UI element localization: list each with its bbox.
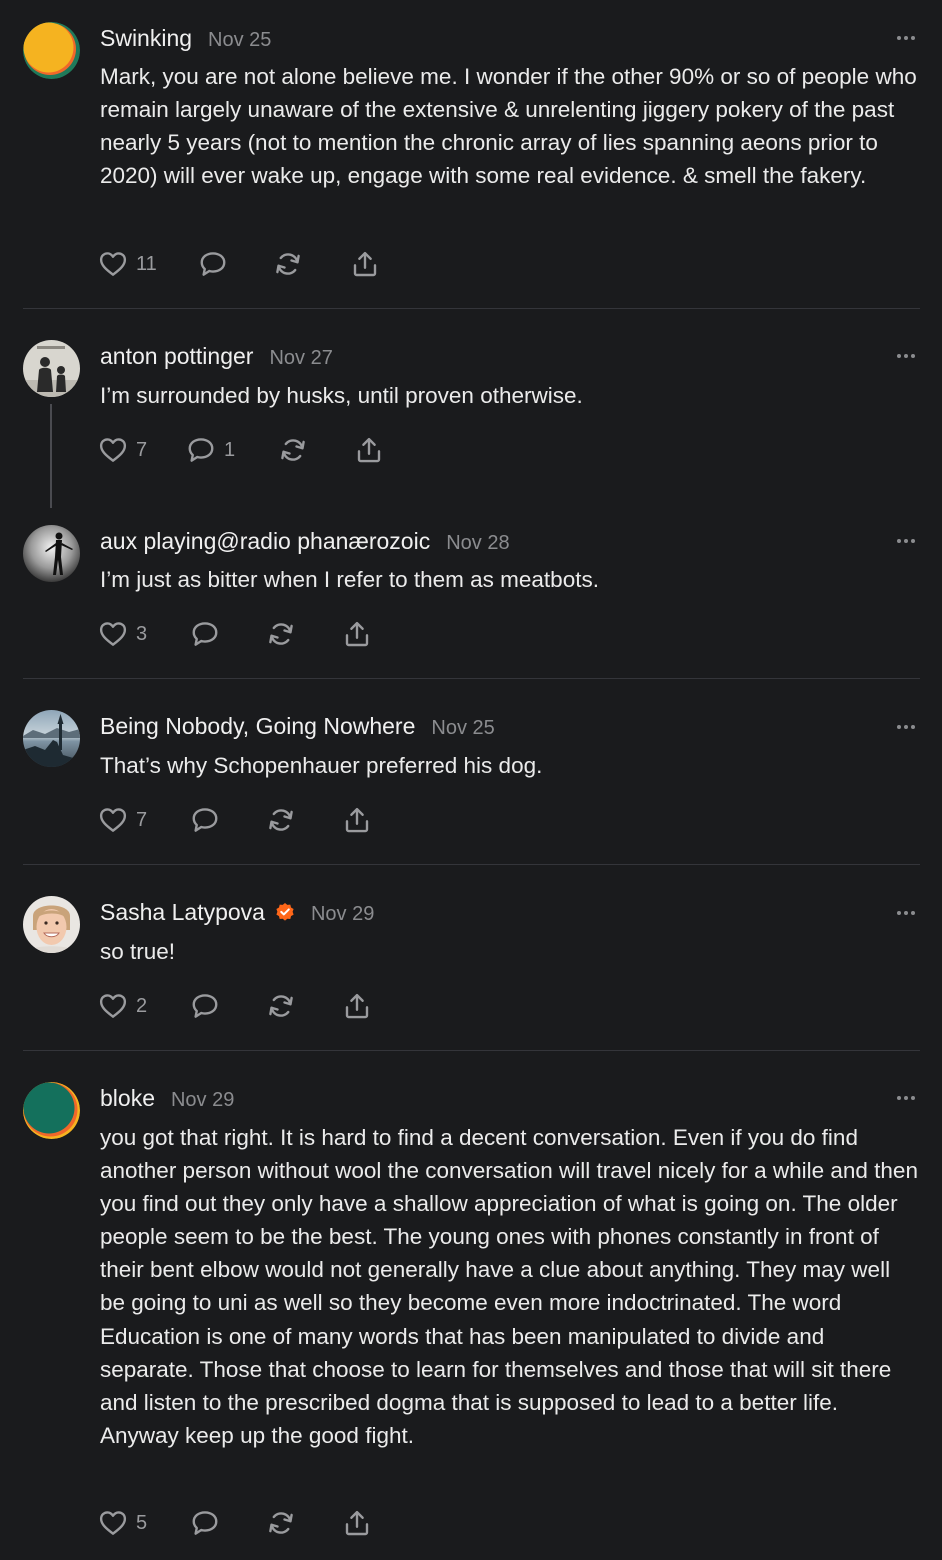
like-count: 7 <box>136 808 148 831</box>
restack-button[interactable] <box>278 435 354 465</box>
restack-button[interactable] <box>266 619 342 649</box>
like-button[interactable]: 7 <box>98 435 186 465</box>
reply-button[interactable] <box>198 249 273 279</box>
share-icon <box>342 1508 372 1538</box>
reply-count: 1 <box>224 438 236 461</box>
comment-date[interactable]: Nov 28 <box>446 532 509 555</box>
thread-line <box>50 404 52 508</box>
comment-text: I’m just as bitter when I refer to them … <box>100 567 599 592</box>
divider <box>23 308 920 309</box>
avatar-sasha-image <box>23 896 80 953</box>
avatar[interactable] <box>23 710 80 767</box>
avatar-being-nobody-image <box>23 710 80 767</box>
share-button[interactable] <box>342 805 372 835</box>
restack-icon <box>266 619 296 649</box>
avatar[interactable] <box>23 896 80 953</box>
comment-icon <box>198 249 228 279</box>
like-count: 2 <box>136 994 148 1017</box>
author-name[interactable]: anton pottinger <box>100 343 253 370</box>
share-icon <box>354 435 384 465</box>
share-icon <box>342 991 372 1021</box>
heart-icon <box>98 435 128 465</box>
more-options-icon[interactable] <box>896 1094 916 1102</box>
more-options-icon[interactable] <box>896 537 916 545</box>
avatar[interactable] <box>23 1082 80 1139</box>
heart-icon <box>98 249 128 279</box>
comment-date[interactable]: Nov 25 <box>208 29 271 52</box>
restack-icon <box>266 991 296 1021</box>
restack-icon <box>278 435 308 465</box>
comment-icon <box>190 991 220 1021</box>
more-options-icon[interactable] <box>896 723 916 731</box>
comment-date[interactable]: Nov 27 <box>269 347 332 370</box>
author-name[interactable]: Being Nobody, Going Nowhere <box>100 713 415 740</box>
heart-icon <box>98 619 128 649</box>
like-button[interactable]: 2 <box>98 991 190 1021</box>
avatar[interactable] <box>23 525 80 582</box>
restack-button[interactable] <box>266 1508 342 1538</box>
avatar-aux-image <box>23 525 80 582</box>
heart-icon <box>98 805 128 835</box>
restack-button[interactable] <box>266 805 342 835</box>
divider <box>23 678 920 679</box>
comment-date[interactable]: Nov 25 <box>431 717 494 740</box>
like-count: 5 <box>136 1511 148 1534</box>
comment-date[interactable]: Nov 29 <box>311 903 374 926</box>
restack-icon <box>273 249 303 279</box>
comment-text: Mark, you are not alone believe me. I wo… <box>100 64 917 189</box>
avatar-bloke-image <box>23 1082 80 1139</box>
verified-badge-icon <box>276 903 294 921</box>
share-button[interactable] <box>354 435 384 465</box>
restack-button[interactable] <box>273 249 350 279</box>
like-count: 3 <box>136 622 148 645</box>
comment-icon <box>190 1508 220 1538</box>
divider <box>23 864 920 865</box>
author-name[interactable]: bloke <box>100 1085 155 1112</box>
avatar-anton-image <box>23 340 80 397</box>
comment-date[interactable]: Nov 29 <box>171 1089 234 1112</box>
share-button[interactable] <box>342 1508 372 1538</box>
heart-icon <box>98 991 128 1021</box>
avatar[interactable] <box>23 22 80 79</box>
more-options-icon[interactable] <box>896 34 916 42</box>
comment-icon <box>186 435 216 465</box>
share-icon <box>350 249 380 279</box>
comment-text: That’s why Schopenhauer preferred his do… <box>100 753 543 778</box>
reply-button[interactable] <box>190 805 266 835</box>
avatar-swinking-image <box>23 22 80 79</box>
avatar[interactable] <box>23 340 80 397</box>
comment-icon <box>190 805 220 835</box>
like-count: 11 <box>136 252 157 275</box>
restack-button[interactable] <box>266 991 342 1021</box>
like-button[interactable]: 3 <box>98 619 190 649</box>
more-options-icon[interactable] <box>896 352 916 360</box>
comment-text: you got that right. It is hard to find a… <box>100 1125 918 1448</box>
heart-icon <box>98 1508 128 1538</box>
share-icon <box>342 805 372 835</box>
like-button[interactable]: 11 <box>98 249 198 279</box>
reply-button[interactable]: 1 <box>186 435 278 465</box>
more-options-icon[interactable] <box>896 909 916 917</box>
share-button[interactable] <box>342 991 372 1021</box>
restack-icon <box>266 1508 296 1538</box>
reply-button[interactable] <box>190 1508 266 1538</box>
author-name[interactable]: Swinking <box>100 25 192 52</box>
author-name[interactable]: Sasha Latypova <box>100 899 265 926</box>
comment-text: so true! <box>100 939 176 964</box>
restack-icon <box>266 805 296 835</box>
like-count: 7 <box>136 438 148 461</box>
like-button[interactable]: 7 <box>98 805 190 835</box>
divider <box>23 1050 920 1051</box>
author-name[interactable]: aux playing@radio phanærozoic <box>100 528 430 555</box>
comment-text: I’m surrounded by husks, until proven ot… <box>100 383 583 408</box>
reply-button[interactable] <box>190 991 266 1021</box>
share-button[interactable] <box>342 619 372 649</box>
comment-icon <box>190 619 220 649</box>
share-button[interactable] <box>350 249 380 279</box>
reply-button[interactable] <box>190 619 266 649</box>
share-icon <box>342 619 372 649</box>
like-button[interactable]: 5 <box>98 1508 190 1538</box>
